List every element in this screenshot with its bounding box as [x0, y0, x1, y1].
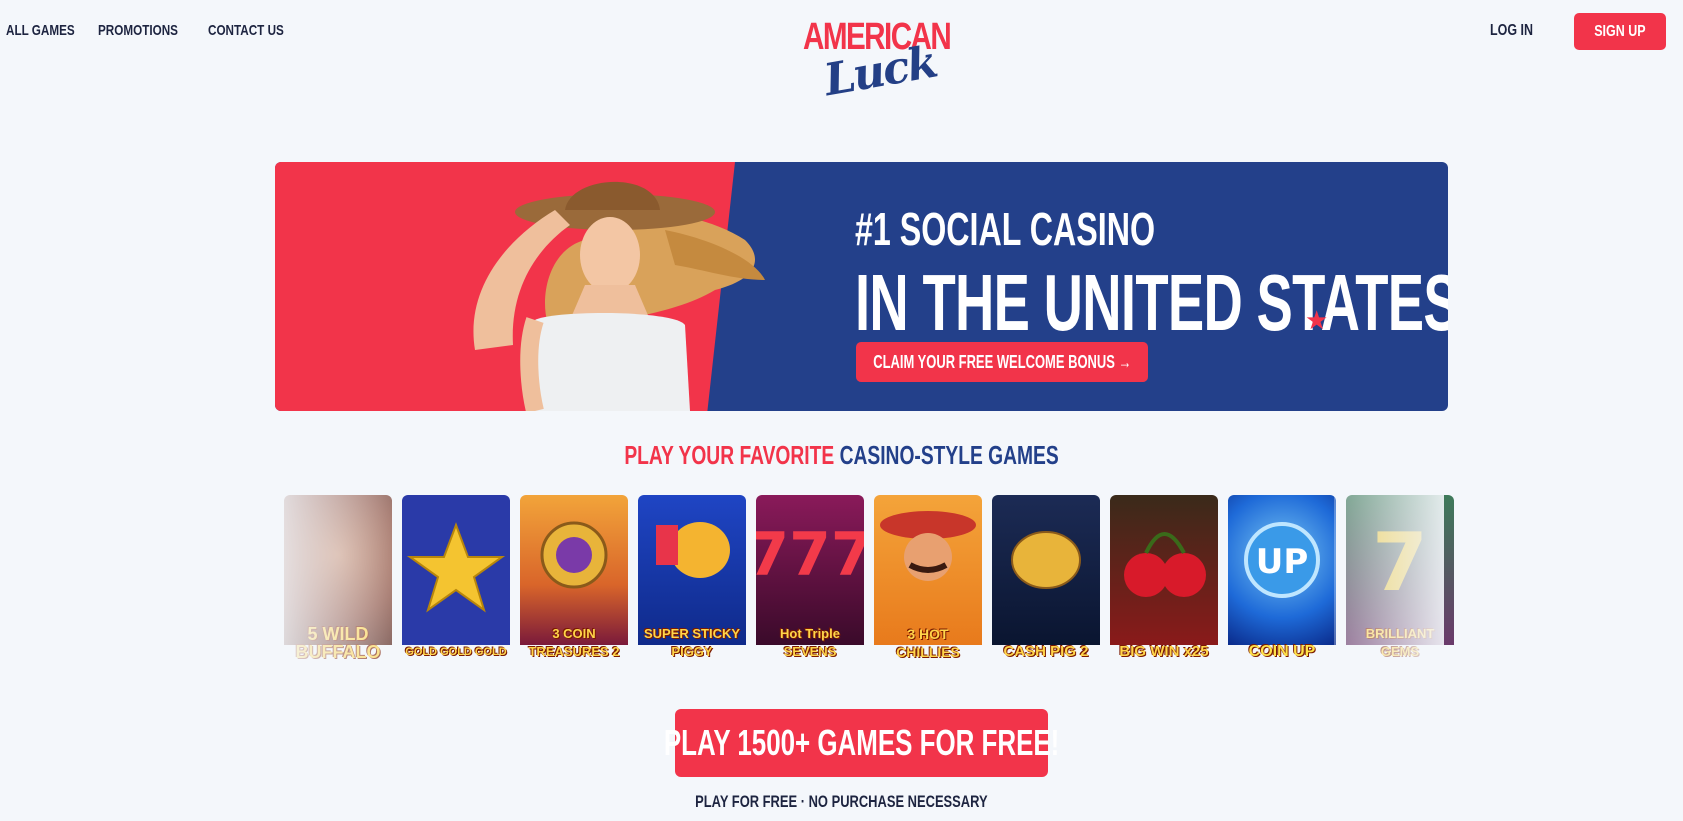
games-title-blue: CASINO-STYLE GAMES — [839, 440, 1059, 470]
nav-promotions[interactable]: PROMOTIONS — [98, 22, 184, 39]
cherries-icon — [1110, 495, 1218, 645]
gold-pig-icon — [992, 495, 1100, 645]
nav-contact-us[interactable]: CONTACT US — [208, 22, 294, 39]
game-tile-brilliant-gems[interactable]: 7 BRILLIANT GEMS — [1346, 495, 1454, 687]
game-tile-hot-triple-sevens[interactable]: 777 Hot Triple SEVENS — [756, 495, 864, 687]
play-free-games-button[interactable]: PLAY 1500+ GAMES FOR FREE! — [664, 709, 1059, 777]
game-title: SUPER STICKY PIGGY — [643, 626, 741, 659]
coin-icon — [520, 495, 628, 645]
game-title: GOLD GOLD GOLD — [405, 646, 507, 658]
seven-icon: 7 — [1346, 495, 1454, 645]
mariachi-icon — [874, 495, 982, 645]
game-title: CASH PIG 2 — [1003, 643, 1089, 660]
games-section-title: PLAY YOUR FAVORITE CASINO-STYLE GAMES — [0, 440, 1683, 471]
login-link[interactable]: LOG IN — [1490, 22, 1533, 40]
game-tile-gold-gold-gold[interactable]: GOLD GOLD GOLD — [402, 495, 510, 687]
site-header: ALL GAMES PROMOTIONS CONTACT US AMERICAN… — [0, 0, 1683, 110]
buffalo-icon — [284, 495, 392, 645]
hero-headline-line1: #1 SOCIAL CASINO — [855, 203, 1156, 255]
star-icon — [402, 495, 510, 645]
claim-bonus-label: CLAIM YOUR FREE WELCOME BONUS → — [872, 351, 1132, 372]
no-purchase-note: PLAY FOR FREE · NO PURCHASE NECESSARY — [0, 792, 1683, 812]
signup-button[interactable]: SIGN UP — [1574, 13, 1666, 50]
game-title: 3 HOT CHILLIES — [896, 626, 960, 660]
main-nav: ALL GAMES PROMOTIONS CONTACT US — [6, 22, 350, 39]
game-title: BRILLIANT GEMS — [1365, 626, 1435, 659]
game-tile-big-win-x25[interactable]: BIG WIN x25 — [1110, 495, 1218, 687]
game-title: COIN UP — [1248, 643, 1316, 660]
sevens-icon: 777 — [756, 495, 864, 645]
game-title: BIG WIN x25 — [1119, 643, 1209, 660]
piggy-icon — [638, 495, 746, 645]
cowgirl-illustration — [473, 181, 765, 411]
game-tile-3-hot-chillies[interactable]: 3 HOT CHILLIES — [874, 495, 982, 687]
game-tile-coin-up[interactable]: UP COIN UP — [1228, 495, 1336, 687]
game-title: 5 WILD BUFFALO — [295, 624, 381, 662]
games-title-red: PLAY YOUR FAVORITE — [624, 440, 835, 470]
hero-headline-line2: IN THE UNITED STATES — [855, 258, 1448, 347]
nav-all-games[interactable]: ALL GAMES — [6, 22, 75, 39]
star-icon: ★ — [1305, 305, 1329, 335]
svg-text:UP: UP — [1256, 542, 1309, 582]
coin-up-icon: UP — [1228, 495, 1336, 645]
game-tile-5-wild-buffalo[interactable]: 5 WILD BUFFALO — [284, 495, 392, 687]
game-title: Hot Triple SEVENS — [780, 626, 840, 659]
signup-button-label: SIGN UP — [1594, 22, 1646, 40]
hero-banner: #1 SOCIAL CASINO IN THE UNITED STATES ★ … — [275, 162, 1448, 411]
game-tile-cash-pig-2[interactable]: CASH PIG 2 — [992, 495, 1100, 687]
games-carousel: 5 WILD BUFFALO GOLD GOLD GOLD 3 COIN TRE… — [284, 495, 1454, 687]
claim-bonus-button[interactable]: CLAIM YOUR FREE WELCOME BONUS → — [856, 342, 1148, 382]
no-purchase-note-text: PLAY FOR FREE · NO PURCHASE NECESSARY — [695, 792, 988, 811]
site-logo[interactable]: AMERICAN Luck — [800, 16, 952, 106]
play-free-games-label: PLAY 1500+ GAMES FOR FREE! — [663, 722, 1060, 763]
svg-text:777: 777 — [756, 520, 864, 590]
game-tile-super-sticky-piggy[interactable]: SUPER STICKY PIGGY — [638, 495, 746, 687]
game-tile-3-coin-treasures-2[interactable]: 3 COIN TREASURES 2 — [520, 495, 628, 687]
svg-text:7: 7 — [1372, 516, 1428, 609]
game-title: 3 COIN TREASURES 2 — [528, 626, 620, 659]
